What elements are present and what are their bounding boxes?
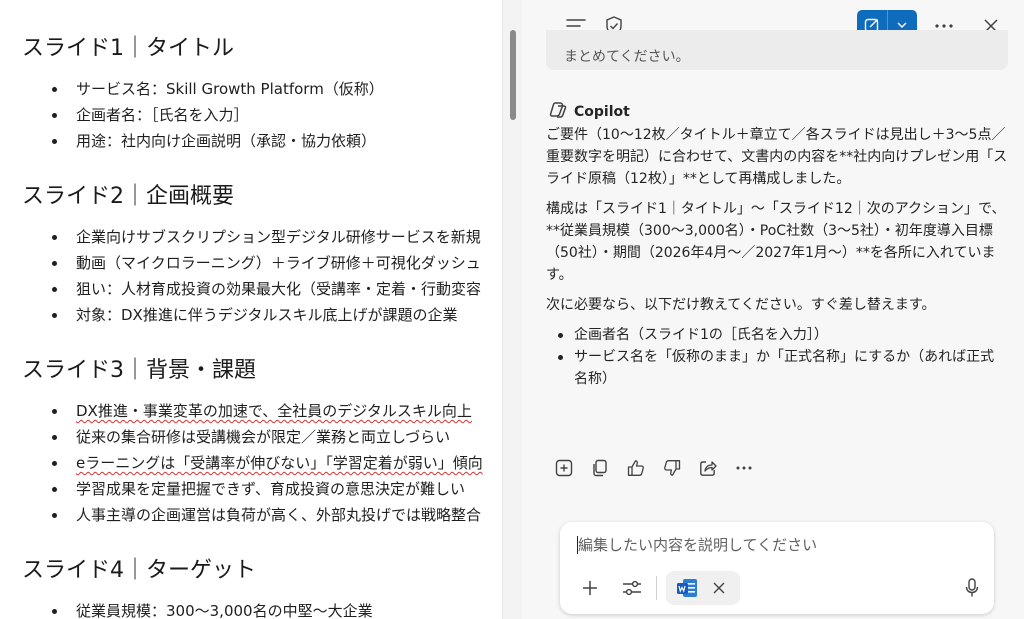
text-caret: [577, 536, 578, 554]
spellcheck-text[interactable]: DX推進・事業変革の加速で、全社員のデジタルスキル向上: [76, 402, 472, 420]
copilot-response: ご要件（10〜12枚／タイトル＋章立て／各スライドは見出し＋3〜5点／重要数字を…: [546, 124, 1008, 390]
list-item: eラーニングは「受講率が伸びない」「学習定着が弱い」傾向: [22, 450, 502, 476]
thumbs-up-icon[interactable]: [622, 456, 650, 480]
settings-sliders-icon[interactable]: [618, 574, 646, 602]
divider: [656, 576, 657, 600]
add-icon[interactable]: [576, 574, 604, 602]
share-icon[interactable]: [694, 456, 722, 480]
copilot-name: Copilot: [574, 104, 630, 120]
slide-heading: スライド4｜ターゲット: [22, 558, 256, 583]
document-content[interactable]: スライド1｜タイトル サービス名：Skill Growth Platform（仮…: [22, 30, 502, 619]
list-item: 人事主導の企画運営は負荷が高く、外部丸投げでは戦略整合: [22, 502, 502, 528]
microphone-icon[interactable]: [958, 574, 986, 602]
document-pane[interactable]: スライド1｜タイトル サービス名：Skill Growth Platform（仮…: [0, 0, 502, 619]
user-message-bubble: まとめてください。: [546, 30, 1008, 70]
response-paragraph: 構成は「スライド1｜タイトル」〜「スライド12｜次のアクション」で、**従業員規…: [546, 201, 1006, 283]
copy-icon[interactable]: [586, 456, 614, 480]
word-document-icon: [676, 578, 698, 602]
copilot-header: Copilot: [548, 100, 630, 124]
slide-heading: スライド1｜タイトル: [22, 36, 234, 61]
response-paragraph: 次に必要なら、以下だけ教えてください。すぐ差し替えます。: [546, 297, 936, 313]
slide-bullet-list: 企業向けサブスクリプション型デジタル研修サービスを新規 動画（マイクロラーニング…: [22, 224, 502, 328]
more-options-icon[interactable]: [730, 456, 758, 480]
attached-document-chip[interactable]: [666, 571, 740, 605]
response-paragraph: ご要件（10〜12枚／タイトル＋章立て／各スライドは見出し＋3〜5点／重要数字を…: [546, 127, 1008, 187]
slide-heading: スライド2｜企画概要: [22, 184, 234, 209]
list-item: 動画（マイクロラーニング）＋ライブ研修＋可視化ダッシュ: [22, 250, 502, 276]
scrollbar-thumb[interactable]: [510, 30, 516, 120]
chat-composer: [560, 522, 994, 614]
prompt-input[interactable]: [578, 532, 958, 558]
insert-icon[interactable]: [550, 456, 578, 480]
list-item: DX推進・事業変革の加速で、全社員のデジタルスキル向上: [22, 398, 502, 424]
list-item: 用途：社内向け企画説明（承認・協力依頼）: [22, 128, 502, 154]
list-item: 狙い：人材育成投資の効果最大化（受講率・定着・行動変容: [22, 276, 502, 302]
list-item: 学習成果を定量把握できず、育成投資の意思決定が難しい: [22, 476, 502, 502]
list-item: サービス名：Skill Growth Platform（仮称）: [22, 76, 502, 102]
copilot-logo-icon: [548, 100, 568, 124]
remove-attachment-icon[interactable]: [712, 580, 726, 599]
slide-bullet-list: DX推進・事業変革の加速で、全社員のデジタルスキル向上 従来の集合研修は受講機会…: [22, 398, 502, 528]
slide-bullet-list: 従業員規模：300〜3,000名の中堅〜大企業: [22, 598, 502, 619]
spellcheck-text[interactable]: eラーニングは「受講率が伸びない」「学習定着が弱い」傾向: [76, 454, 483, 472]
list-item: 従来の集合研修は受講機会が限定／業務と両立しづらい: [22, 424, 502, 450]
slide-heading: スライド3｜背景・課題: [22, 358, 256, 383]
user-message-text: まとめてください。: [564, 49, 690, 65]
response-actions: [550, 456, 758, 480]
list-item: 企画者名：［氏名を入力］: [22, 102, 502, 128]
list-item: 従業員規模：300〜3,000名の中堅〜大企業: [22, 598, 502, 619]
thumbs-down-icon[interactable]: [658, 456, 686, 480]
slide-bullet-list: サービス名：Skill Growth Platform（仮称） 企画者名：［氏名…: [22, 76, 502, 154]
document-scrollbar[interactable]: [502, 0, 523, 619]
list-item: 企業向けサブスクリプション型デジタル研修サービスを新規: [22, 224, 502, 250]
list-item: 対象：DX推進に伴うデジタルスキル底上げが課題の企業: [22, 302, 502, 328]
list-item: サービス名を「仮称のまま」か「正式名称」にするか（あれば正式名称）: [546, 346, 1008, 390]
response-list: 企画者名（スライド1の［氏名を入力］） サービス名を「仮称のまま」か「正式名称」…: [546, 324, 1008, 390]
copilot-pane: まとめてください。 Copilot ご要件（10〜12枚／タイトル＋章立て／各ス…: [522, 0, 1024, 619]
list-item: 企画者名（スライド1の［氏名を入力］）: [546, 324, 1008, 346]
